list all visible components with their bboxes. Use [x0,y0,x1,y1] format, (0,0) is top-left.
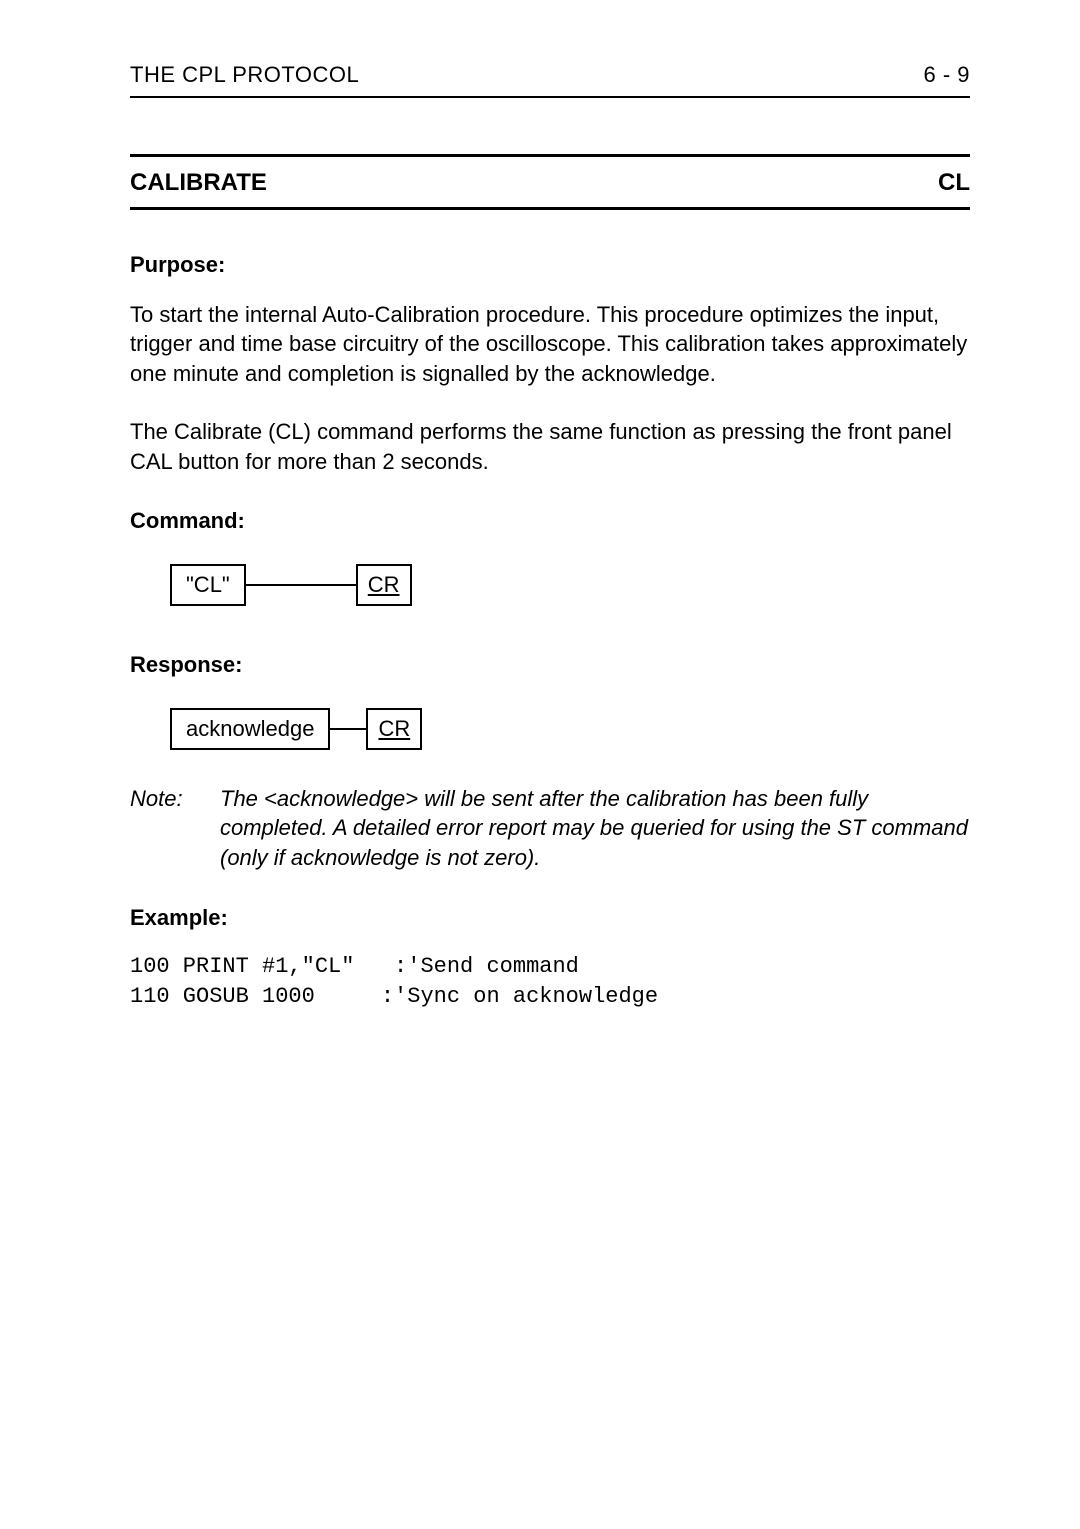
command-code: CL [938,167,970,199]
command-title-block: CALIBRATE CL [130,154,970,210]
command-syntax-diagram: "CL" CR [130,564,970,606]
purpose-heading: Purpose: [130,250,970,280]
header-left: THE CPL PROTOCOL [130,60,359,90]
note-body: The <acknowledge> will be sent after the… [220,784,970,873]
header-right: 6 - 9 [923,60,970,90]
cr-label: CR [378,716,410,741]
purpose-para-2: The Calibrate (CL) command performs the … [130,417,970,476]
example-code: 100 PRINT #1,"CL" :'Send command 110 GOS… [130,952,970,1011]
note-block: Note: The <acknowledge> will be sent aft… [130,784,970,873]
example-heading: Example: [130,903,970,933]
response-heading: Response: [130,650,970,680]
connector-line [246,584,356,586]
note-label: Note: [130,784,220,873]
connector-line [330,728,366,730]
cr-terminator-box: CR [366,708,422,750]
purpose-para-1: To start the internal Auto-Calibration p… [130,300,970,389]
page-header: THE CPL PROTOCOL 6 - 9 [130,60,970,98]
response-token-box: acknowledge [170,708,330,750]
command-token-box: "CL" [170,564,246,606]
cr-label: CR [368,572,400,597]
cr-terminator-box: CR [356,564,412,606]
response-syntax-diagram: acknowledge CR [130,708,970,750]
command-name: CALIBRATE [130,167,267,199]
command-heading: Command: [130,506,970,536]
